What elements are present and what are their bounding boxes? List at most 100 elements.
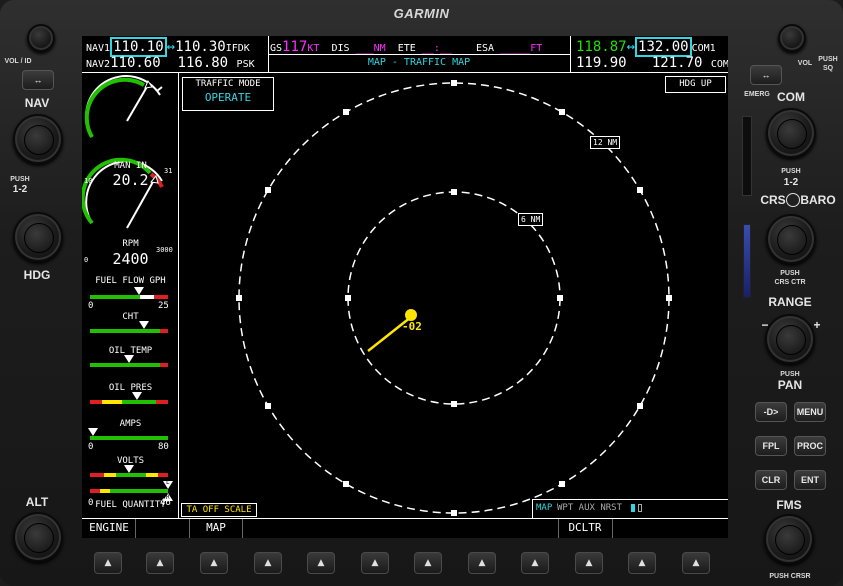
traffic-map[interactable]: [180, 74, 728, 518]
softkey-button-2[interactable]: ▲: [146, 552, 174, 574]
com2-standby-frequency[interactable]: 121.70: [652, 55, 703, 71]
fuel-qty-bar-yellow: [100, 489, 110, 493]
top-divider-right: [570, 36, 571, 73]
com-knob[interactable]: [766, 108, 816, 158]
amps-pointer: [88, 428, 98, 436]
softkey-button-5[interactable]: ▲: [307, 552, 335, 574]
nav1-standby-frequency[interactable]: 110.30: [175, 39, 226, 55]
mfd-screen: NAV1 110.10 ↔110.30IFDK NAV2110.60 116.80 …: [82, 36, 728, 538]
com1-row: 118.87↔ 132.00 COM1: [576, 37, 716, 57]
gs-label: GS: [270, 43, 283, 54]
page-title: MAP - TRAFFIC MAP: [367, 57, 471, 68]
volts-pointer: [124, 465, 134, 473]
fuel-flow-max: 25: [158, 301, 169, 311]
vol-id-label: VOL / ID: [4, 58, 32, 65]
softkey-button-7[interactable]: ▲: [414, 552, 442, 574]
menu-button[interactable]: MENU: [794, 402, 826, 422]
softkey-separator: [242, 519, 243, 538]
softkey-dcltr[interactable]: DCLTR: [558, 521, 612, 534]
oil-pres-bar-green: [122, 400, 156, 404]
nav1-active-frequency[interactable]: 110.10: [110, 37, 167, 57]
com-swap-button[interactable]: ↔: [750, 65, 782, 85]
outer-ring-mark: [559, 481, 565, 487]
com-label: COM: [777, 90, 805, 104]
fuel-qty-bar-green: [110, 489, 168, 493]
amps-min: 0: [88, 442, 94, 452]
com-vol-knob[interactable]: [778, 24, 806, 52]
volts-bar-green: [116, 473, 146, 477]
com-swap-arrow-icon: ↔: [626, 39, 636, 55]
range-joystick[interactable]: [765, 314, 815, 364]
traffic-mode-box: TRAFFIC MODE OPERATE: [182, 77, 274, 111]
softkey-button-1[interactable]: ▲: [94, 552, 122, 574]
amps-bar: [90, 436, 168, 440]
photocell: [743, 224, 751, 298]
outer-ring-mark: [559, 109, 565, 115]
softkey-button-9[interactable]: ▲: [521, 552, 549, 574]
push-crsr-label: PUSH CRSR: [769, 573, 811, 580]
softkey-button-6[interactable]: ▲: [361, 552, 389, 574]
outer-ring-mark: [265, 187, 271, 193]
page-indicator: [638, 504, 642, 512]
rpm-min: 0: [84, 256, 89, 264]
cht-pointer: [139, 321, 149, 329]
traffic-mode-value: OPERATE: [204, 91, 252, 104]
clr-button[interactable]: CLR: [755, 470, 787, 490]
softkey-button-11[interactable]: ▲: [628, 552, 656, 574]
com-push-12-value: 1-2: [783, 177, 799, 188]
hdg-label: HDG: [23, 268, 51, 282]
fuel-left-marker: L: [166, 479, 170, 486]
outer-ring-mark: [451, 510, 457, 516]
oil-pres-bar-red-low: [90, 400, 102, 404]
push-12-value: 1-2: [12, 184, 28, 195]
crs-baro-knob[interactable]: [766, 214, 816, 264]
nav2-label: NAV2: [86, 59, 111, 70]
softkey-button-10[interactable]: ▲: [575, 552, 603, 574]
outer-ring-mark: [451, 80, 457, 86]
inner-ring-mark: [451, 401, 457, 407]
softkey-button-3[interactable]: ▲: [200, 552, 228, 574]
outer-ring-mark: [343, 481, 349, 487]
nav2-ident: PSK: [236, 59, 255, 70]
swap-icon: ↔: [761, 70, 771, 80]
baro-label: BARO: [800, 193, 836, 207]
softkey-button-8[interactable]: ▲: [468, 552, 496, 574]
volts-bar-red-high: [158, 473, 168, 477]
outer-ring-mark: [343, 109, 349, 115]
fuel-qty-min: 0: [88, 498, 94, 508]
alt-knob[interactable]: [13, 512, 63, 562]
nav-knob[interactable]: [13, 114, 63, 164]
nav2-active-frequency[interactable]: 110.60: [110, 55, 161, 71]
push-crs-ctr-label2: CRS CTR: [774, 279, 806, 286]
com1-active-frequency[interactable]: 118.87: [576, 39, 627, 55]
swap-icon: ↔: [33, 75, 43, 85]
fpl-button[interactable]: FPL: [755, 436, 787, 456]
outer-ring-mark: [265, 403, 271, 409]
softkey-map[interactable]: MAP: [189, 521, 243, 534]
vol-id-knob[interactable]: [27, 24, 55, 52]
softkey-button-4[interactable]: ▲: [254, 552, 282, 574]
softkey-separator: [612, 519, 613, 538]
com1-label: COM1: [691, 43, 716, 54]
push-pan-label: PUSH: [780, 371, 800, 378]
softkey-engine[interactable]: ENGINE: [82, 521, 136, 534]
nav-swap-button[interactable]: ↔: [22, 70, 54, 90]
rpm-max: 3000: [156, 246, 173, 254]
fuel-flow-bar: [90, 295, 140, 299]
com1-standby-frequency[interactable]: 132.00: [635, 37, 692, 57]
fuel-flow-label: FUEL FLOW GPH: [95, 276, 166, 286]
ent-button[interactable]: ENT: [794, 470, 826, 490]
range-label: RANGE: [768, 295, 812, 309]
softkey-button-12[interactable]: ▲: [682, 552, 710, 574]
oil-temp-bar-red: [160, 363, 168, 367]
com2-active-frequency[interactable]: 119.90: [576, 55, 627, 71]
outer-ring-label: 12 NM: [590, 136, 621, 149]
fms-knob[interactable]: [764, 514, 814, 564]
fms-label: FMS: [776, 498, 802, 512]
nav2-standby-frequency[interactable]: 116.80: [178, 55, 229, 71]
traffic-altitude: -02: [402, 320, 422, 333]
proc-button[interactable]: PROC: [794, 436, 826, 456]
orientation-box[interactable]: HDG UP: [665, 76, 726, 93]
hdg-knob[interactable]: [13, 212, 63, 262]
direct-to-button[interactable]: -D>: [755, 402, 787, 422]
